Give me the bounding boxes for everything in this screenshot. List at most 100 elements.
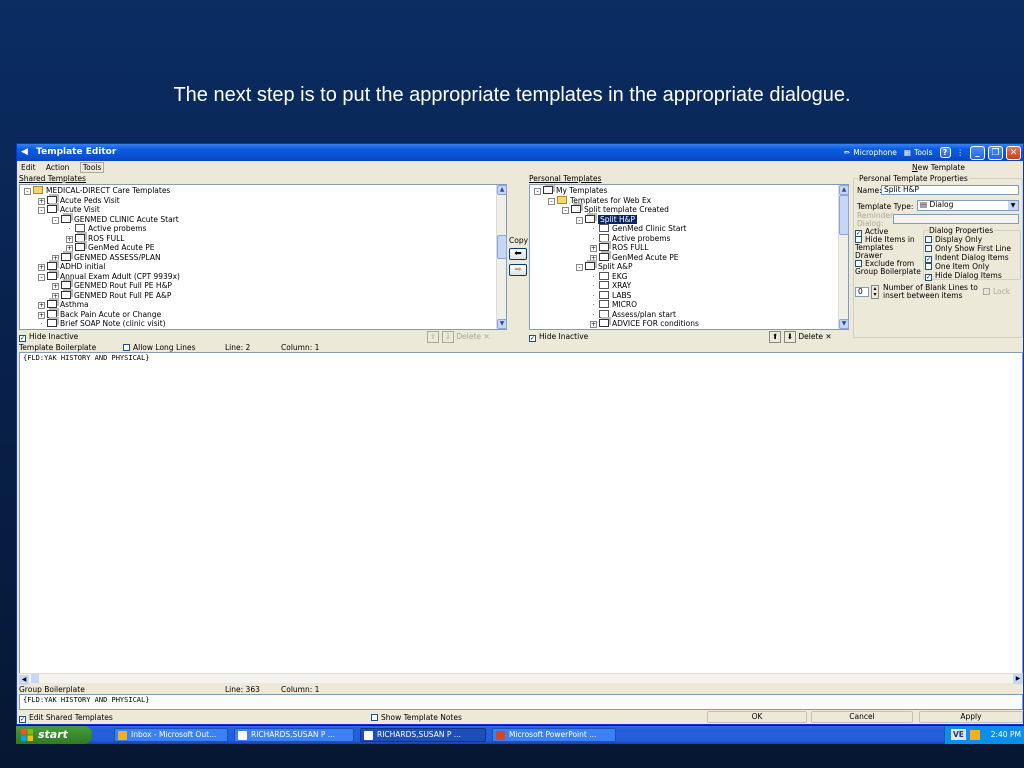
move-up-icon[interactable]: ⇧ [427, 331, 440, 343]
show-template-notes-checkbox[interactable]: Show Template Notes [371, 713, 462, 723]
help-icon[interactable]: ? [939, 147, 951, 158]
move-down-icon[interactable]: ⬇ [783, 331, 796, 343]
expand-icon[interactable]: + [52, 283, 59, 290]
shared-tree-item[interactable]: - Annual Exam Adult (CPT 9939x) [38, 271, 180, 282]
scroll-up-icon[interactable]: ▲ [497, 185, 507, 195]
collapse-icon[interactable]: - [38, 273, 45, 281]
personal-tree-item[interactable]: - Templates for Web Ex [548, 195, 651, 206]
expand-icon[interactable]: + [66, 245, 73, 252]
scroll-thumb[interactable] [839, 195, 849, 235]
title-bar[interactable]: ◀ Template Editor ✏ Microphone ▦ Tools ?… [17, 144, 1023, 161]
taskbar-item-richards-1[interactable]: RICHARDS,SUSAN P ... [234, 728, 354, 742]
template-type-select[interactable]: ▤ Dialog ▼ [917, 200, 1019, 211]
personal-hide-inactive-checkbox[interactable]: ✓ Hide Inactive [529, 332, 588, 342]
personal-tree-item[interactable]: - My Templates [534, 186, 607, 196]
cancel-button[interactable]: Cancel [811, 711, 913, 723]
personal-tree-scrollbar[interactable]: ▲ ▼ [838, 185, 849, 329]
personal-tree-item[interactable]: · Assess/plan start [590, 309, 676, 320]
tray-app-icon[interactable] [970, 730, 981, 740]
shared-tree-item[interactable]: + Acute Peds Visit [38, 195, 120, 206]
shared-templates-tree[interactable]: - MEDICAL-DIRECT Care Templates + Acute Ped… [19, 184, 507, 330]
start-button[interactable]: start [16, 726, 92, 744]
personal-tree-item[interactable]: · XRAY [590, 281, 631, 291]
blank-lines-field[interactable]: 0 [855, 287, 869, 297]
apply-button[interactable]: Apply [919, 711, 1023, 723]
expand-icon[interactable]: + [52, 292, 59, 300]
expand-icon[interactable]: + [590, 245, 597, 252]
shared-tree-item[interactable]: + ROS FULL [66, 233, 124, 244]
expand-icon[interactable]: + [590, 254, 597, 262]
expand-icon[interactable]: + [52, 254, 59, 262]
shared-tree-item[interactable]: + GENMED ASSESS/PLAN [52, 252, 161, 263]
move-up-icon[interactable]: ⬆ [769, 331, 782, 343]
personal-tree-item[interactable]: · MICRO [590, 300, 637, 310]
scroll-left-icon[interactable]: ◀ [19, 675, 29, 685]
shared-hide-inactive-checkbox[interactable]: ✓ Hide Inactive [19, 332, 78, 342]
personal-tree-item[interactable]: - Split A&P [576, 262, 633, 272]
expand-icon[interactable]: + [66, 235, 73, 243]
collapse-icon[interactable]: - [52, 216, 59, 224]
boilerplate-hscrollbar[interactable]: ◀ ▶ [19, 673, 1023, 685]
collapse-icon[interactable]: - [576, 216, 583, 224]
name-field[interactable]: Split H&P [881, 185, 1019, 195]
personal-tree-item[interactable]: - Split H&P [576, 214, 638, 225]
copy-left-arrow-icon[interactable]: ⬅ [509, 248, 527, 260]
new-template-button[interactable]: New Template [912, 162, 965, 173]
menu-action[interactable]: Action [46, 163, 70, 172]
collapse-icon[interactable]: - [548, 197, 555, 205]
personal-tree-item[interactable]: - Split template Created [562, 205, 669, 215]
personal-tree-item[interactable]: + GenMed Acute PE [590, 252, 679, 263]
personal-delete-button[interactable]: Delete [798, 332, 823, 341]
delete-icon[interactable]: ✕ [483, 332, 489, 341]
move-down-icon[interactable]: ⇩ [441, 331, 454, 343]
personal-templates-tree[interactable]: - My Templates - Templates for Web Ex - Split… [529, 184, 849, 330]
shared-tree-item[interactable]: · Brief SOAP Note (clinic visit) [38, 319, 166, 329]
tools-icon[interactable]: ▦ [904, 144, 911, 161]
edit-shared-templates-checkbox[interactable]: ✓ Edit Shared Templates [19, 713, 113, 723]
tray-badge-icon[interactable]: VE [951, 729, 966, 740]
menu-tools[interactable]: Tools [79, 162, 105, 173]
reminder-dialog-field[interactable] [893, 214, 1019, 224]
ok-button[interactable]: OK [707, 711, 807, 723]
microphone-button[interactable]: Microphone [853, 144, 897, 161]
tools-button[interactable]: Tools [914, 144, 932, 161]
scroll-thumb[interactable] [31, 674, 40, 683]
shared-tree-item[interactable]: - GENMED CLINIC Acute Start [52, 214, 179, 225]
delete-icon[interactable]: ✕ [825, 332, 831, 341]
collapse-icon[interactable]: - [24, 188, 31, 195]
shared-tree-item[interactable]: · Active probems [66, 224, 146, 234]
personal-tree-item[interactable]: · Active probems [590, 233, 670, 244]
taskbar-item-outlook[interactable]: Inbox - Microsoft Out... [114, 728, 228, 742]
scroll-up-icon[interactable]: ▲ [839, 185, 849, 195]
shared-tree-item[interactable]: + GenMed Acute PE [66, 243, 155, 253]
scroll-down-icon[interactable]: ▼ [839, 319, 849, 329]
group-boilerplate-editor[interactable]: {FLD:YAK HISTORY AND PHYSICAL} [19, 694, 1023, 710]
collapse-icon[interactable]: - [534, 188, 541, 195]
shared-delete-button[interactable]: Delete [456, 332, 481, 341]
shared-tree-item[interactable]: + Back Pain Acute or Change [38, 309, 161, 320]
lock-checkbox[interactable]: Lock [983, 287, 1010, 297]
personal-tree-item[interactable]: · GenMed Clinic Start [590, 224, 686, 234]
menu-edit[interactable]: Edit [21, 163, 36, 172]
hide-items-checkbox[interactable]: Hide Items in Templates Drawer [855, 236, 921, 260]
hide-dialog-items-checkbox[interactable]: ✓ Hide Dialog Items [925, 271, 1002, 281]
scroll-down-icon[interactable]: ▼ [497, 319, 507, 329]
collapse-icon[interactable]: - [38, 207, 45, 214]
personal-tree-item[interactable]: · EKG [590, 271, 627, 282]
expand-icon[interactable]: + [38, 302, 45, 309]
microphone-icon[interactable]: ✏ [844, 144, 850, 161]
minimize-button[interactable]: _ [970, 145, 985, 160]
blank-lines-spinner[interactable]: ▴ ▾ [871, 285, 879, 299]
expand-icon[interactable]: + [38, 311, 45, 319]
shared-tree-item[interactable]: - Acute Visit [38, 205, 100, 215]
shared-tree-item[interactable]: + GENMED Rout Full PE A&P [52, 290, 171, 301]
shared-tree-scrollbar[interactable]: ▲ ▼ [496, 185, 507, 329]
personal-tree-item[interactable]: · LABS [590, 290, 631, 301]
copy-right-arrow-icon[interactable]: ➡ [509, 264, 527, 276]
close-button[interactable]: ✕ [1006, 145, 1021, 160]
scroll-thumb[interactable] [497, 235, 507, 259]
template-boilerplate-editor[interactable]: {FLD:YAK HISTORY AND PHYSICAL} [19, 352, 1023, 682]
expand-icon[interactable]: + [38, 264, 45, 271]
expand-icon[interactable]: + [38, 197, 45, 205]
shared-tree-item[interactable]: + Asthma [38, 300, 89, 310]
